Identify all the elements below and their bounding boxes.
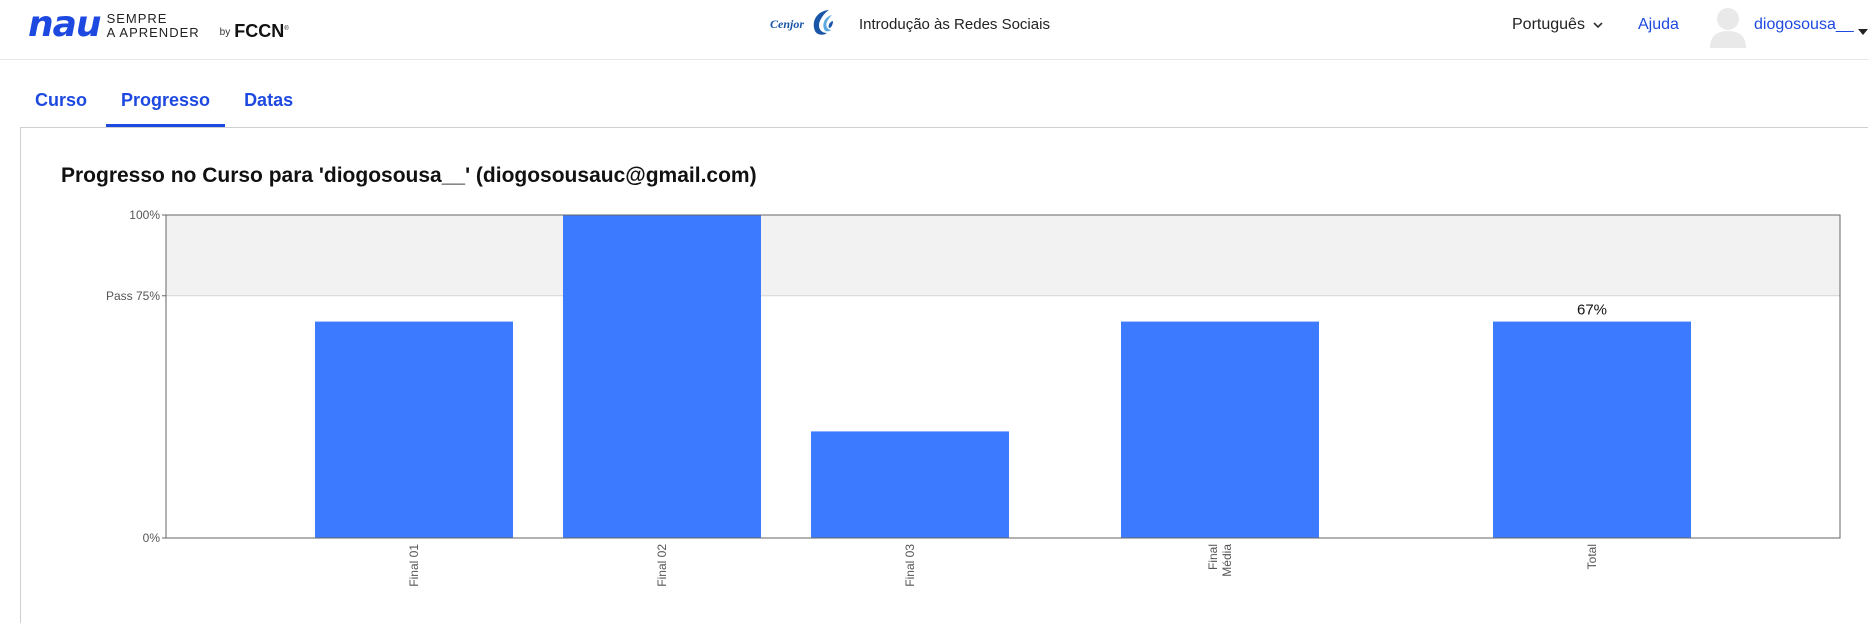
data-label: 67% (1577, 302, 1607, 319)
y-tick-label: 0% (143, 531, 161, 545)
chart-bar (563, 215, 761, 538)
chart-bar (1493, 321, 1691, 538)
chart-bar (315, 321, 513, 538)
progress-chart: 0% Pass 75% 100% Final 01 Final 02 Final 03 Fi… (106, 208, 1841, 587)
chart-bar (811, 431, 1009, 538)
x-tick-label: Final 02 (655, 544, 669, 587)
y-tick-label: Pass 75% (106, 289, 160, 303)
y-tick-label: 100% (129, 208, 160, 222)
x-tick-label: Final 01 (407, 544, 421, 587)
x-tick-label: Total (1585, 544, 1599, 569)
x-tick-label: Final 03 (903, 544, 917, 587)
chart-bar (1121, 321, 1319, 538)
pass-band (166, 215, 1840, 296)
x-tick-label: FinalMédia (1206, 544, 1234, 577)
